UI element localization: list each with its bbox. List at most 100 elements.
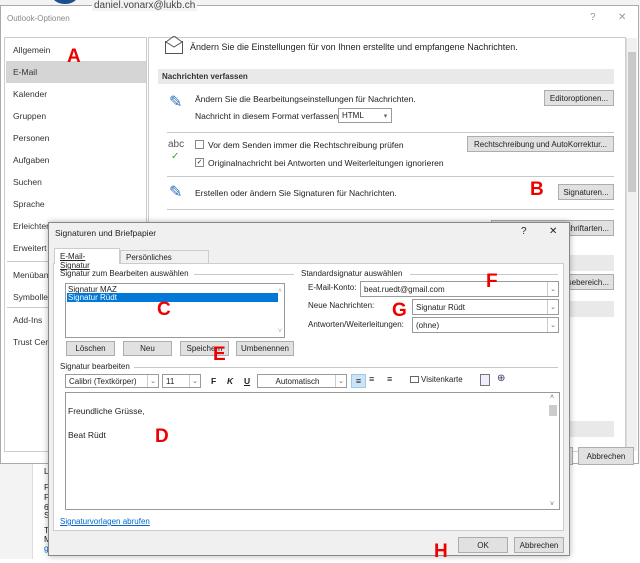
checkmark-icon: ✓ (171, 151, 180, 162)
font-value: Calibri (Textkörper) (69, 376, 137, 386)
font-color-select[interactable]: Automatisch ⌄ (257, 374, 347, 388)
chevron-down-icon: ⌄ (147, 375, 158, 387)
signature-templates-link[interactable]: Signaturvorlagen abrufen (60, 517, 150, 526)
chevron-down-icon: ⌄ (547, 300, 558, 314)
account-select[interactable]: beat.ruedt@gmail.com ⌄ (360, 281, 559, 297)
spell-check-checkbox[interactable] (195, 140, 204, 149)
annotation-h: H (434, 541, 448, 562)
scroll-thumb[interactable] (628, 52, 636, 192)
align-right-button[interactable]: ≡ (387, 374, 392, 384)
dialog-help-button[interactable]: ? (521, 226, 527, 237)
nav-sprache[interactable]: Sprache (6, 193, 146, 215)
ignore-original-checkbox[interactable]: ✓ (195, 158, 204, 167)
chevron-down-icon: ⌄ (335, 375, 346, 387)
options-scrollbar[interactable] (626, 38, 637, 451)
dialog-close-button[interactable]: ✕ (549, 226, 557, 237)
window-title: Outlook-Optionen (7, 14, 70, 23)
new-messages-value: Signatur Rüdt (416, 302, 465, 312)
dialog-cancel-button[interactable]: Abbrechen (514, 537, 564, 553)
signature-line: Beat Rüdt (68, 430, 106, 440)
annotation-c: C (157, 299, 171, 320)
tab-personal-stationery[interactable]: Persönliches Briefpapier (120, 250, 209, 271)
signature-editor[interactable]: Freundliche Grüsse, Beat Rüdt ˄ ˅ (65, 392, 560, 510)
format-value: HTML (342, 111, 364, 120)
scroll-up-icon[interactable]: ˄ (550, 394, 554, 401)
envelope-icon (165, 36, 183, 54)
replies-select[interactable]: (ohne) ⌄ (412, 317, 559, 333)
signature-pen-icon: ✎ (169, 184, 183, 201)
italic-button[interactable]: K (227, 376, 233, 386)
format-select[interactable]: HTML ▾ (338, 108, 392, 123)
signature-list[interactable]: Signatur MAZ Signatur Rüdt ˄ ˅ (65, 283, 285, 338)
business-card-button[interactable]: Visitenkarte (410, 375, 463, 384)
rename-button[interactable]: Umbenennen (236, 341, 294, 356)
replies-label: Antworten/Weiterleitungen: (308, 320, 404, 329)
close-button[interactable]: ✕ (618, 12, 626, 23)
select-signature-group-label: Signatur zum Bearbeiten auswählen (60, 269, 189, 278)
signatures-button[interactable]: Signaturen... (558, 184, 614, 200)
new-messages-label: Neue Nachrichten: (308, 301, 375, 310)
nav-kalender[interactable]: Kalender (6, 83, 146, 105)
business-card-label: Visitenkarte (421, 375, 463, 384)
bold-button[interactable]: F (211, 376, 216, 386)
chevron-down-icon: ⌄ (547, 282, 558, 296)
font-size-select[interactable]: 11 ⌄ (162, 374, 201, 388)
group-line (134, 367, 558, 368)
replies-value: (ohne) (416, 320, 440, 330)
dialog-ok-button[interactable]: OK (458, 537, 508, 553)
signature-text: Erstellen oder ändern Sie Signaturen für… (195, 188, 397, 198)
tab-email-signature[interactable]: E-Mail-Signatur (54, 248, 120, 270)
font-color-value: Automatisch (275, 376, 320, 386)
edit-signature-group-label: Signatur bearbeiten (60, 362, 130, 371)
group-line (410, 274, 558, 275)
list-scroll-down-icon[interactable]: ˅ (278, 328, 282, 335)
align-left-button[interactable]: ≡ (351, 374, 366, 388)
chevron-down-icon: ▾ (383, 112, 388, 120)
annotation-b: B (530, 179, 544, 200)
annotation-f: F (486, 271, 498, 292)
chevron-down-icon: ⌄ (189, 375, 200, 387)
insert-hyperlink-icon[interactable]: ⊕ (497, 373, 505, 384)
nav-suchen[interactable]: Suchen (6, 171, 146, 193)
divider (167, 132, 614, 133)
annotation-a: A (67, 46, 81, 67)
account-value: beat.ruedt@gmail.com (364, 284, 445, 294)
signature-list-item-selected[interactable]: Signatur Rüdt (67, 293, 278, 302)
ignore-original-label: Originalnachricht bei Antworten und Weit… (208, 158, 444, 168)
edit-pen-icon: ✎ (169, 94, 183, 111)
scroll-thumb[interactable] (549, 405, 557, 416)
options-cancel-button[interactable]: Abbrechen (578, 447, 634, 465)
account-label: E-Mail-Konto: (308, 283, 357, 292)
default-signature-group-label: Standardsignatur auswählen (301, 269, 403, 278)
underline-button[interactable]: U (244, 376, 250, 386)
dialog-title: Signaturen und Briefpapier (55, 228, 157, 238)
email-header-text: Ändern Sie die Einstellungen für von Ihn… (190, 42, 518, 52)
business-card-icon (410, 376, 419, 383)
annotation-e: E (213, 344, 226, 365)
annotation-g: G (392, 300, 407, 321)
editor-options-button[interactable]: Editoroptionen... (544, 90, 614, 106)
align-center-button[interactable]: ≡ (369, 374, 374, 384)
section-title: Nachrichten verfassen (162, 72, 248, 81)
delete-button[interactable]: Löschen (66, 341, 115, 356)
font-select[interactable]: Calibri (Textkörper) ⌄ (65, 374, 159, 388)
divider (167, 176, 614, 177)
signature-line: Freundliche Grüsse, (68, 406, 145, 416)
spelling-autocorrect-button[interactable]: Rechtschreibung und AutoKorrektur... (467, 136, 614, 152)
editor-text: Ändern Sie die Bearbeitungseinstellungen… (195, 94, 416, 104)
nav-personen[interactable]: Personen (6, 127, 146, 149)
format-label: Nachricht in diesem Format verfassen: (195, 111, 341, 121)
divider (167, 209, 614, 210)
editor-scrollbar[interactable]: ˄ ˅ (547, 393, 559, 509)
new-button[interactable]: Neu (123, 341, 172, 356)
help-button[interactable]: ? (590, 12, 596, 23)
list-scroll-up-icon[interactable]: ˄ (278, 288, 282, 295)
annotation-d: D (155, 426, 169, 447)
spell-check-label: Vor dem Senden immer die Rechtschreibung… (208, 140, 404, 150)
insert-picture-icon[interactable] (480, 374, 490, 386)
nav-aufgaben[interactable]: Aufgaben (6, 149, 146, 171)
nav-gruppen[interactable]: Gruppen (6, 105, 146, 127)
new-messages-select[interactable]: Signatur Rüdt ⌄ (412, 299, 559, 315)
scroll-down-icon[interactable]: ˅ (550, 501, 554, 508)
font-size-value: 11 (166, 376, 175, 386)
